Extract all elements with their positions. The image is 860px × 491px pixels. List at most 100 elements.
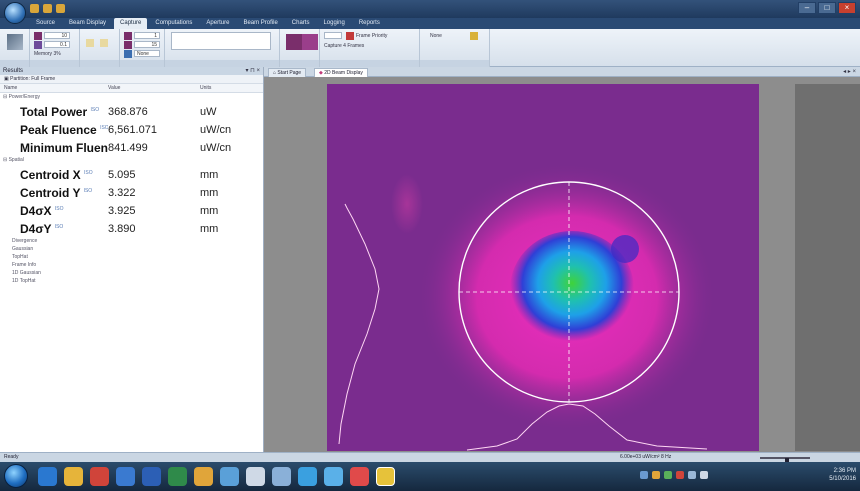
result-name-text: Minimum Fluence [20,141,108,155]
undo-icon[interactable] [43,4,52,13]
firefox-icon[interactable] [194,467,213,486]
tray-icon[interactable] [664,471,672,479]
filter-icon [124,50,132,58]
paint-icon[interactable] [350,467,369,486]
iso-badge: ISO [84,170,93,176]
minimize-button[interactable]: – [798,2,816,14]
redo-icon[interactable] [56,4,65,13]
result-name: Peak Fluence ISO [20,123,108,137]
record-icon[interactable] [100,39,108,47]
result-value: 841.499 [108,142,148,154]
filter-select[interactable]: None [134,50,160,57]
reference-frame-icon[interactable] [302,34,318,50]
save-icon[interactable] [30,4,39,13]
result-row[interactable]: Centroid X ISO 5.095 mm [0,165,263,183]
network-tray-icon[interactable] [700,471,708,479]
result-row[interactable]: Centroid Y ISO 3.322 mm [0,183,263,201]
word-icon[interactable] [142,467,161,486]
tray-icon[interactable] [640,471,648,479]
excel-icon[interactable] [168,467,187,486]
capture-tool-icon[interactable] [7,34,23,50]
iso-badge: ISO [90,107,100,113]
results-panel-title: Results ▾ ⊓ × [0,67,263,75]
volume-icon[interactable] [688,471,696,479]
tab-beam-display[interactable]: Beam Display [63,18,112,29]
write-icon[interactable] [86,39,94,47]
channel-select[interactable]: None [430,33,442,39]
tab-start-page[interactable]: ⌂ Start Page [268,68,307,77]
mail-icon[interactable] [272,467,291,486]
result-value: 3.322 [108,187,136,199]
capture-interval-input[interactable]: 0.1 [44,41,70,48]
result-row[interactable]: Total Power ISO 368.876 uW [0,102,263,120]
application-menu-icon[interactable] [4,2,26,24]
folder-icon[interactable] [64,467,83,486]
start-button[interactable] [4,464,28,488]
app-icon[interactable] [220,467,239,486]
skype-icon[interactable] [298,467,317,486]
tray-icon[interactable] [652,471,660,479]
beam-secondary-spot [611,235,639,263]
result-row[interactable]: D4σY ISO 3.890 mm [0,219,263,237]
tab-beam-profile[interactable]: Beam Profile [237,18,283,29]
partition-selector[interactable]: ▣ Partition: Full Frame [0,75,263,84]
source-rate-input[interactable] [324,32,342,39]
result-row[interactable]: Minimum Fluence ISO841.499 uW/cn [0,138,263,156]
tab-reports[interactable]: Reports [353,18,386,29]
result-name: Centroid X ISO [20,168,108,182]
collapsed-category[interactable]: 1D TopHat [0,277,263,285]
column-name[interactable]: Name [4,84,17,93]
right-margin [795,84,860,451]
result-row[interactable]: Peak Fluence ISO 6,561.071 uW/cn [0,120,263,138]
interval-icon [34,41,42,49]
frame-priority-label[interactable]: Frame Priority [356,33,387,39]
maximize-button[interactable]: □ [818,2,836,14]
panel-controls[interactable]: ▾ ⊓ × [245,67,260,75]
beam-display-area[interactable] [264,77,860,452]
chrome-icon[interactable] [116,467,135,486]
collapsed-category[interactable]: Divergence [0,237,263,245]
status-bar: Ready 6.00e+03 uW/cm² 8 Hz [0,452,860,466]
result-unit: uW [200,106,217,118]
zoom-slider[interactable] [760,457,810,466]
frame-comment-input[interactable] [171,32,271,50]
tray-icon[interactable] [676,471,684,479]
ribbon-tab-bar: Source Beam Display Capture Computations Ape… [0,18,860,29]
beam-profiler-app: – □ × Source Beam Display Capture Computati… [0,0,860,491]
result-name: Total Power ISO [20,105,108,119]
beam-image[interactable] [327,84,759,451]
column-units[interactable]: Units [200,84,211,93]
tab-controls[interactable]: ◂ ▸ × [843,68,856,75]
tab-label: 2D Beam Display [324,70,363,76]
frame-count-input[interactable]: 1 [134,32,160,39]
network-icon[interactable] [246,467,265,486]
column-value[interactable]: Value [108,84,120,93]
tab-source[interactable]: Source [30,18,61,29]
collapsed-category[interactable]: 1D Gaussian [0,269,263,277]
collapsed-category[interactable]: Gaussian [0,245,263,253]
result-row[interactable]: D4σX ISO 3.925 mm [0,201,263,219]
tab-2d-beam-display[interactable]: ◆ 2D Beam Display [314,68,368,77]
capture-frames-label[interactable]: Capture 4 Frames [324,43,364,49]
frame-rate-input[interactable]: 15 [134,41,160,48]
category-spatial[interactable]: ⊟ Spatial [0,156,263,165]
close-button[interactable]: × [838,2,856,14]
tab-computations[interactable]: Computations [149,18,198,29]
capture-count-input[interactable]: 10 [44,32,70,39]
collapsed-category[interactable]: TopHat [0,253,263,261]
clock-time: 2:36 PM [833,468,856,474]
media-icon[interactable] [90,467,109,486]
tab-aperture[interactable]: Aperture [200,18,235,29]
tab-charts[interactable]: Charts [286,18,316,29]
tab-capture[interactable]: Capture [114,18,148,29]
tab-logging[interactable]: Logging [317,18,350,29]
category-power-energy[interactable]: ⊟ Power/Energy [0,93,263,102]
system-clock[interactable]: 2:36 PM 5/10/2016 [818,467,856,483]
channel-icon[interactable] [470,32,478,40]
ie-icon[interactable] [38,467,57,486]
photos-icon[interactable] [324,467,343,486]
iso-badge: ISO [83,188,93,194]
reference-icon[interactable] [286,34,302,50]
collapsed-category[interactable]: Frame Info [0,261,263,269]
beam-profiler-taskbar-icon[interactable] [376,467,395,486]
